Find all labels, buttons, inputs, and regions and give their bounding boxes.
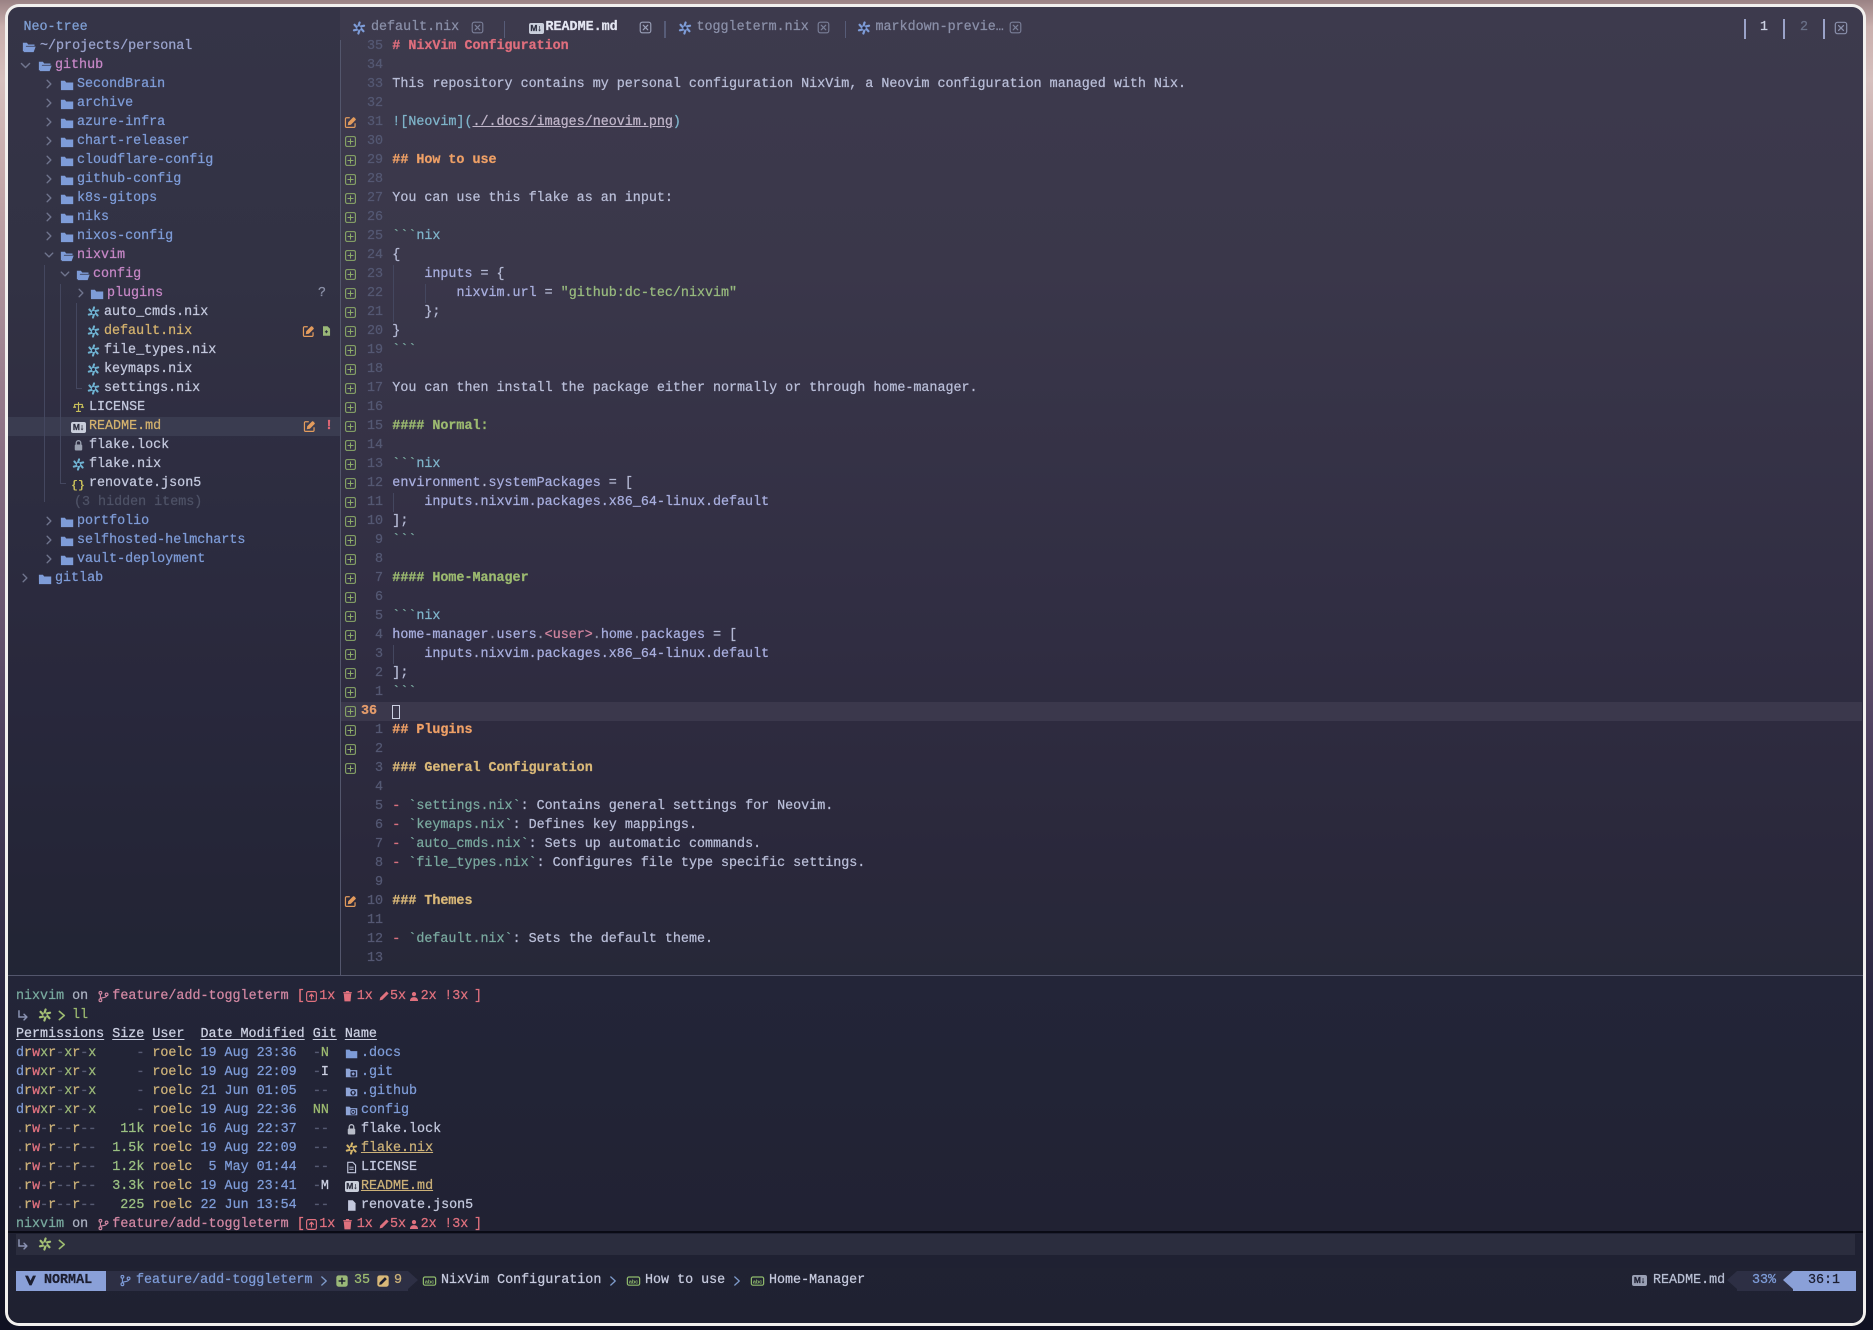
- svg-text:{}: {}: [71, 480, 85, 491]
- svg-text:abc: abc: [753, 1279, 762, 1285]
- svg-text:abc: abc: [425, 1279, 434, 1285]
- svg-text:abc: abc: [629, 1279, 638, 1285]
